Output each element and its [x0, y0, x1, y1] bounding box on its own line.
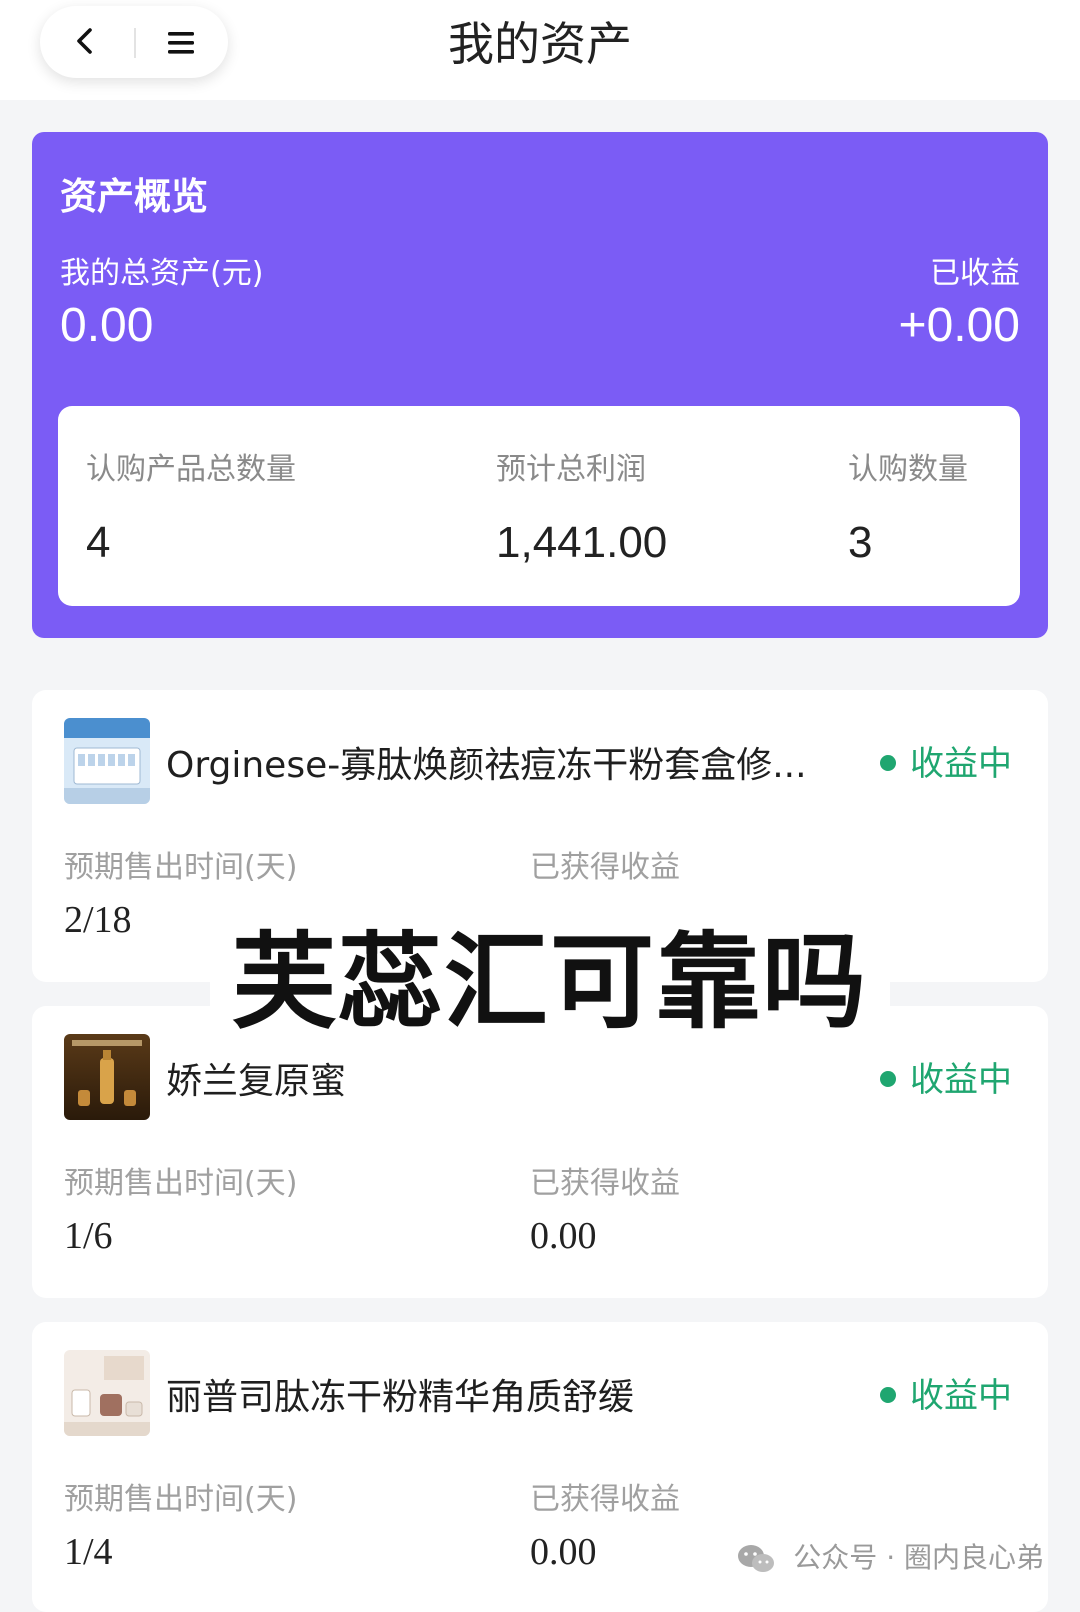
asset-overview-card: 资产概览 我的总资产(元) 0.00 已收益 +0.00 认购产品总数量 4 预… [32, 132, 1048, 638]
stat-label: 认购数量 [848, 452, 968, 487]
overlay-caption: 芙蕊汇可靠吗 [231, 921, 868, 1043]
stat-label: 认购产品总数量 [86, 452, 296, 487]
earned-label: 已收益 [930, 256, 1020, 291]
product-name: 丽普司肽冻干粉精华角质舒缓 [166, 1377, 635, 1418]
product-name: 娇兰复原蜜 [166, 1061, 347, 1102]
watermark: 公众号 · 圈内良心弟 [736, 1536, 1044, 1576]
earned-income-label: 已获得收益 [530, 1166, 680, 1201]
sell-time-value: 1/6 [64, 1215, 113, 1257]
earned-value: +0.00 [898, 299, 1020, 352]
status-text: 收益中 [910, 1376, 1012, 1416]
status-text: 收益中 [910, 744, 1012, 784]
watermark-text: 公众号 · 圈内良心弟 [793, 1541, 1044, 1574]
earned-income-value: 0.00 [530, 1215, 597, 1257]
status-dot-icon [880, 1070, 896, 1087]
earned-income-value: 0.00 [530, 1531, 597, 1573]
status-dot-icon [880, 1386, 896, 1403]
stat-label: 预计总利润 [496, 452, 646, 487]
sell-time-value: 1/4 [64, 1531, 113, 1573]
top-bar: 我的资产 [0, 0, 1080, 100]
stats-panel: 认购产品总数量 4 预计总利润 1,441.00 认购数量 3 [58, 406, 1020, 606]
status-text: 收益中 [910, 1060, 1012, 1100]
total-assets-label: 我的总资产(元) [60, 256, 264, 291]
sell-time-label: 预期售出时间(天) [64, 1482, 298, 1517]
earned-income-label: 已获得收益 [530, 1482, 680, 1517]
product-thumbnail [64, 1034, 150, 1120]
total-assets-value: 0.00 [60, 299, 154, 352]
product-name: Orginese-寡肽焕颜祛痘冻干粉套盒修... [166, 745, 807, 786]
status-badge: 收益中 [880, 1052, 1012, 1101]
overview-title: 资产概览 [60, 175, 208, 218]
page-title: 我的资产 [448, 17, 632, 71]
product-thumbnail [64, 718, 150, 804]
earned-income-label: 已获得收益 [530, 850, 680, 885]
product-thumbnail [64, 1350, 150, 1436]
stat-value: 3 [848, 518, 873, 567]
sell-time-label: 预期售出时间(天) [64, 850, 298, 885]
stat-value: 4 [86, 518, 111, 567]
status-badge: 收益中 [880, 1368, 1012, 1417]
sell-time-value: 2/18 [64, 899, 132, 941]
status-badge: 收益中 [880, 736, 1012, 785]
wechat-icon [736, 1541, 793, 1574]
stat-value: 1,441.00 [496, 518, 668, 567]
status-dot-icon [880, 754, 896, 771]
sell-time-label: 预期售出时间(天) [64, 1166, 298, 1201]
